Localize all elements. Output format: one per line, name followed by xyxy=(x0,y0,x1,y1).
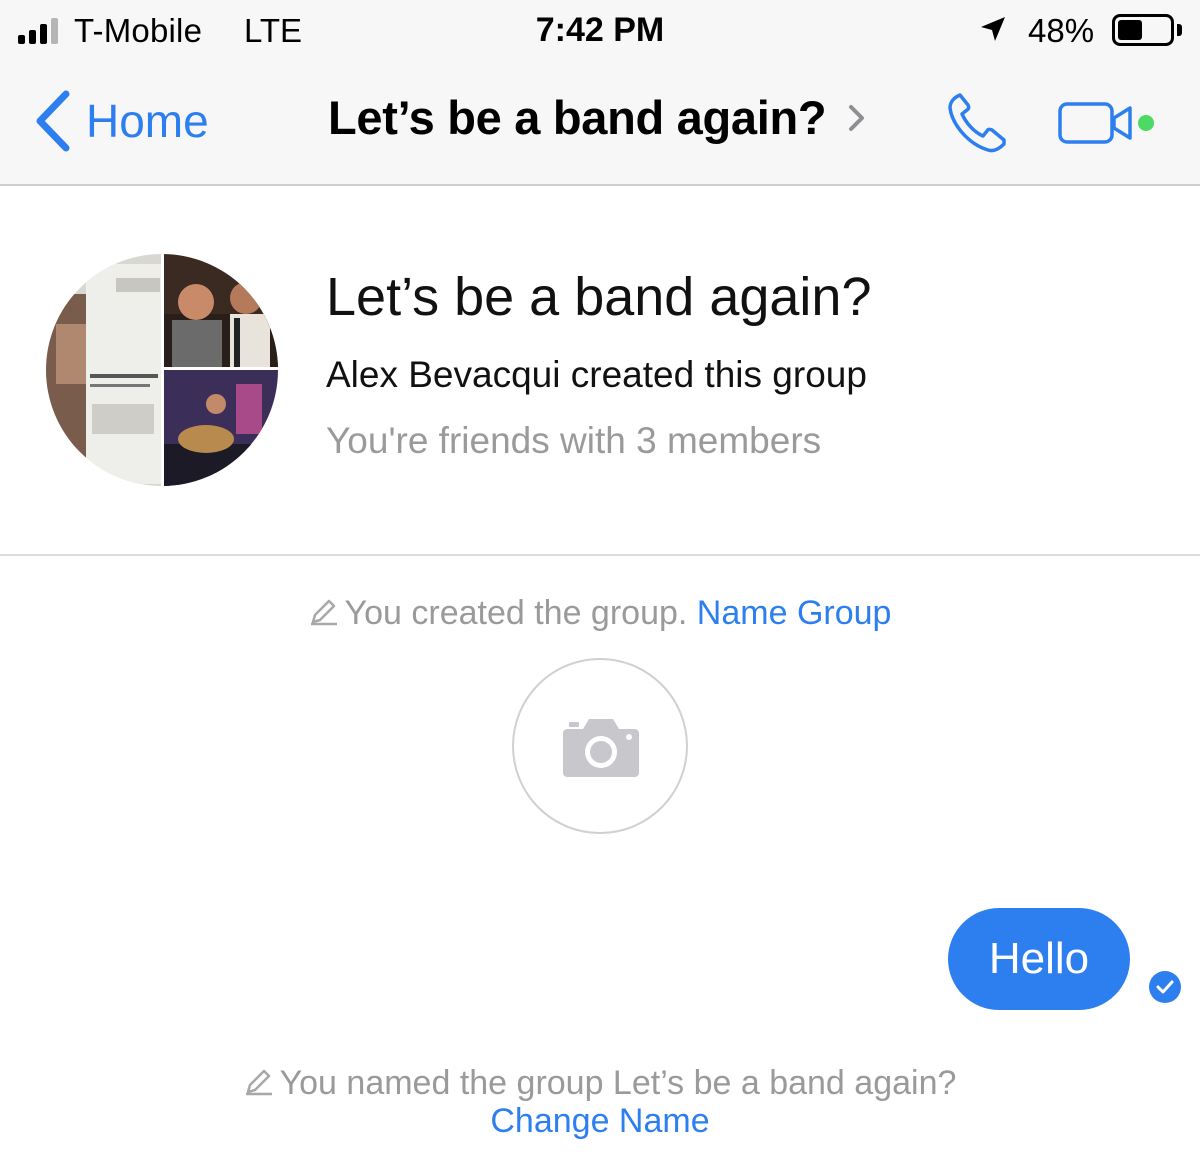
status-time: 7:42 PM xyxy=(535,11,665,49)
battery-level xyxy=(1118,20,1142,40)
conversation-title-button[interactable]: Let’s be a band again? xyxy=(328,90,868,145)
group-avatar[interactable] xyxy=(46,254,278,486)
group-title: Let’s be a band again? xyxy=(326,267,872,327)
chevron-left-icon xyxy=(36,90,70,152)
sent-check-icon xyxy=(1149,971,1181,1003)
group-created-text: You created the group. xyxy=(344,594,688,632)
back-button[interactable]: Home xyxy=(30,86,209,156)
group-creator-text: Alex Bevacqui created this group xyxy=(326,354,867,395)
set-group-photo-button[interactable] xyxy=(512,658,688,834)
group-renamed-text: You named the group Let’s be a band agai… xyxy=(279,1064,957,1102)
change-name-row: Change Name xyxy=(0,1102,1200,1141)
message-text: Hello xyxy=(988,934,1090,983)
group-friends-text: You're friends with 3 members xyxy=(326,420,822,461)
battery-tip xyxy=(1177,24,1182,36)
nav-title: Let’s be a band again? xyxy=(328,91,827,144)
name-group-link[interactable]: Name Group xyxy=(697,594,892,632)
group-created-notice: You created the group. Name Group xyxy=(0,594,1200,633)
group-renamed-notice: You named the group Let’s be a band agai… xyxy=(0,1064,1200,1103)
group-header: Let’s be a band again? Alex Bevacqui cre… xyxy=(0,186,1200,556)
camera-icon xyxy=(563,719,639,777)
phone-icon[interactable] xyxy=(944,90,1014,156)
status-bar: T-Mobile LTE 7:42 PM 48% xyxy=(0,0,1200,62)
change-name-link[interactable]: Change Name xyxy=(490,1102,709,1140)
pencil-icon xyxy=(245,1069,272,1096)
back-label: Home xyxy=(86,95,209,147)
battery-percent: 48% xyxy=(1028,12,1095,49)
nav-bar: Home Let’s be a band again? xyxy=(0,62,1200,186)
message-bubble[interactable]: Hello xyxy=(948,908,1130,1010)
video-camera-icon[interactable] xyxy=(1056,98,1160,148)
pencil-icon xyxy=(310,599,337,626)
battery-icon xyxy=(1112,14,1174,46)
chevron-right-icon xyxy=(849,104,865,131)
location-arrow-icon xyxy=(981,17,1005,41)
